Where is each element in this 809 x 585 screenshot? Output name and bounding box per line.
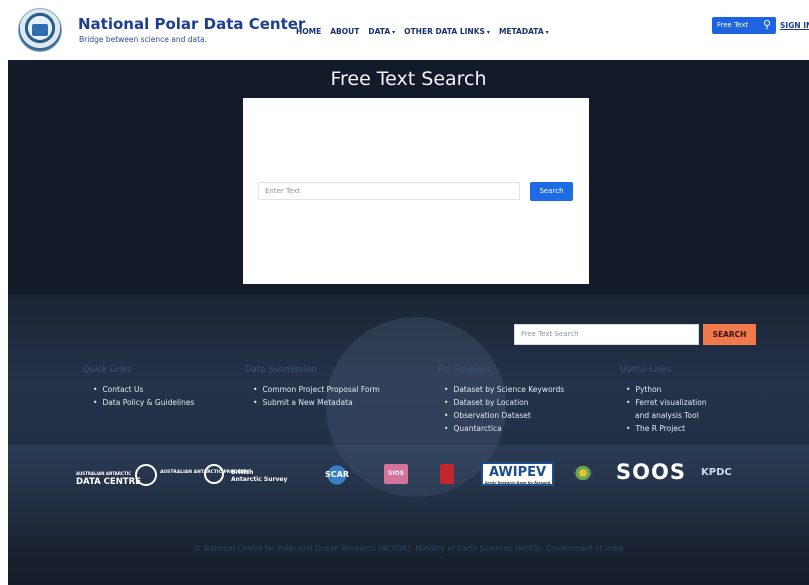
footer-col-quick-links: Quick Links Contact Us Data Policy & Gui… [83,365,194,409]
footer-col-useful-links: Useful Links Python Ferret visualization… [620,365,707,435]
footer-search-input[interactable]: Free Text Search [514,324,699,345]
footer-link-by-location[interactable]: Dataset by Location [444,396,564,409]
ncpor-logo[interactable] [18,8,62,52]
footer-search-button[interactable]: SEARCH [703,324,756,345]
header-search-label: Free Text [717,21,749,29]
footer-col-for-scholars: For Scholars Dataset by Science Keywords… [438,365,564,435]
logo-emblem [32,24,48,36]
nav-about[interactable]: ABOUT [330,27,359,36]
footer-col-heading: Data Submission [245,365,317,375]
search-icon: ⚲ [762,18,771,31]
chevron-down-icon: ▾ [545,29,549,36]
chevron-down-icon: ▾ [392,29,396,36]
header-free-text-button[interactable]: Free Text ⚲ [712,17,776,34]
footer-col-heading: Quick Links [83,365,132,375]
footer-link-submit-metadata[interactable]: Submit a New Metadata [253,396,380,409]
site-footer: Free Text Search SEARCH Quick Links Cont… [8,295,809,585]
bas-logo[interactable]: British Antarctic Survey [204,464,314,494]
footer-link-r-project[interactable]: The R Project [626,422,707,435]
bas-line1: British [231,469,254,476]
nav-data[interactable]: DATA ▾ [368,27,395,36]
site-header: National Polar Data Center Bridge betwee… [8,0,809,60]
footer-link-observation[interactable]: Observation Dataset [444,409,564,422]
footer-link-proposal-form[interactable]: Common Project Proposal Form [253,383,379,396]
aadc-logo-line2: DATA CENTRE [76,477,141,487]
footer-link-data-policy[interactable]: Data Policy & Guidelines [93,396,194,409]
nav-metadata[interactable]: METADATA ▾ [499,27,549,36]
kpdc-logo[interactable]: KPDC [701,467,732,497]
nav-home[interactable]: HOME [296,27,321,36]
awipev-logo[interactable]: AWIPEV Arctic Research Base Ny-Ålesund [481,462,554,486]
footer-link-python[interactable]: Python [626,383,707,396]
footer-link-science-keywords[interactable]: Dataset by Science Keywords [444,383,564,396]
copyright-text: © National Centre for Polar and Ocean Re… [193,544,624,553]
bas-logo-text: British Antarctic Survey [231,469,287,483]
bas-line2: Antarctic Survey [231,476,288,483]
australian-antarctic-program-logo[interactable]: AUSTRALIAN ANTARCTIC PROGRAM [135,464,249,486]
footer-link-quantarctica[interactable]: Quantarctica [444,422,564,435]
search-input[interactable]: Enter Text [258,182,520,200]
sios-logo[interactable]: SIOS [384,464,408,484]
eye-emblem-logo[interactable] [573,466,593,480]
footer-col-heading: For Scholars [438,365,491,375]
site-title[interactable]: National Polar Data Center [78,15,305,33]
footer-link-ferret-cont[interactable]: and analysis Tool [626,409,707,422]
search-button[interactable]: Search [530,182,573,201]
page-title: Free Text Search [330,68,487,90]
chevron-down-icon: ▾ [486,29,490,36]
sign-in-link[interactable]: SIGN IN [780,21,809,30]
main-nav: HOME ABOUT DATA ▾ OTHER DATA LINKS ▾ METAD… [296,27,549,36]
footer-col-heading: Useful Links [620,365,672,375]
bas-emblem-icon [204,464,224,484]
awipev-text: AWIPEV [488,465,547,480]
globe-icon [135,464,157,486]
scar-logo[interactable]: SCAR [323,465,351,485]
aadc-logo[interactable]: AUSTRALIAN ANTARCTIC DATA CENTRE [76,470,141,500]
main-section: Free Text Search Enter Text Search [8,60,809,295]
nav-other-data-links[interactable]: OTHER DATA LINKS ▾ [404,27,490,36]
awipev-subtext: Arctic Research Base Ny-Ålesund [484,481,551,485]
soos-logo[interactable]: SOOS [616,460,686,490]
red-emblem-logo[interactable] [440,464,454,484]
site-tagline: Bridge between science and data. [79,35,208,44]
partner-logos: AUSTRALIAN ANTARCTIC DATA CENTRE AUSTRAL… [8,460,809,494]
footer-link-contact-us[interactable]: Contact Us [93,383,194,396]
footer-link-ferret[interactable]: Ferret visualization [626,396,706,409]
footer-col-data-submission: Data Submission Common Project Proposal … [245,365,380,409]
search-panel: Enter Text Search [243,98,589,284]
